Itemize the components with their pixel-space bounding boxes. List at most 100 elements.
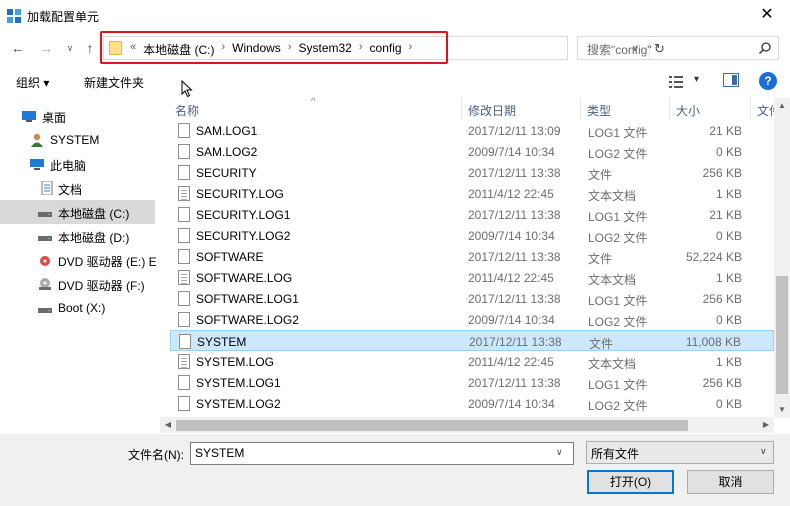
file-name: SAM.LOG2 <box>196 145 258 159</box>
search-input[interactable]: 搜索"config" <box>577 36 779 60</box>
file-size: 21 KB <box>709 208 742 222</box>
window-title: 加载配置单元 <box>27 10 100 24</box>
up-arrow-icon[interactable]: ↑ <box>80 38 100 58</box>
file-icon <box>178 144 190 159</box>
file-type: 文件 <box>589 337 614 351</box>
vertical-scroll-thumb[interactable] <box>776 276 788 394</box>
view-options-button[interactable]: ▾ <box>668 72 708 92</box>
file-type: 文本文档 <box>588 189 637 203</box>
file-date: 2017/12/11 13:38 <box>469 335 562 349</box>
organize-menu[interactable]: 组织 ▾ <box>16 74 49 91</box>
file-icon <box>178 165 190 180</box>
recent-locations-chevron-icon[interactable]: ∨ <box>60 38 80 58</box>
file-size: 0 KB <box>715 313 742 327</box>
cancel-button[interactable]: 取消 <box>687 470 774 494</box>
file-size: 1 KB <box>715 187 742 201</box>
open-button[interactable]: 打开(O) <box>587 470 674 494</box>
title-bar: 加载配置单元 ✕ <box>0 0 790 32</box>
file-icon <box>178 354 190 369</box>
file-name: SOFTWARE <box>196 250 264 264</box>
file-row[interactable]: SAM.LOG1 2017/12/11 13:09 LOG1 文件 21 KB <box>170 120 774 141</box>
file-icon <box>179 334 191 349</box>
file-row[interactable]: SOFTWARE.LOG 2011/4/12 22:45 文本文档 1 KB <box>170 267 774 288</box>
column-header-date[interactable]: 修改日期 <box>463 98 581 120</box>
nav-label: SYSTEM <box>50 133 100 147</box>
file-name: SYSTEM.LOG <box>196 355 275 369</box>
dvd-icon <box>40 256 50 266</box>
file-row[interactable]: SYSTEM.LOG2 2009/7/14 10:34 LOG2 文件 0 KB <box>170 393 774 414</box>
preview-pane-icon[interactable] <box>723 73 739 87</box>
filetype-select[interactable]: 所有文件 <box>586 441 774 464</box>
file-name: SOFTWARE.LOG1 <box>196 292 299 306</box>
file-size: 21 KB <box>709 124 742 138</box>
filename-dropdown-chevron-icon[interactable]: ∨ <box>556 447 563 458</box>
new-folder-button[interactable]: 新建文件夹 <box>84 74 144 91</box>
help-icon[interactable]: ? <box>759 72 777 90</box>
column-header-size[interactable]: 大小 <box>671 98 751 120</box>
file-icon <box>178 270 190 285</box>
nav-label: Boot (X:) <box>58 301 106 315</box>
file-type: 文件 <box>588 252 613 266</box>
file-type: 文件 <box>588 168 613 182</box>
nav-item-documents[interactable]: 文档 <box>0 176 155 200</box>
file-row[interactable]: SECURITY.LOG2 2009/7/14 10:34 LOG2 文件 0 KB <box>170 225 774 246</box>
dvd-icon <box>39 278 51 290</box>
nav-label: 本地磁盘 (D:) <box>58 231 130 245</box>
file-row[interactable]: SYSTEM 2017/12/11 13:38 文件 11,008 KB <box>170 330 774 351</box>
file-type: 文本文档 <box>588 273 637 287</box>
scroll-down-arrow-icon[interactable]: ▼ <box>774 402 790 418</box>
file-row[interactable]: SYSTEM.LOG1 2017/12/11 13:38 LOG1 文件 256 KB <box>170 372 774 393</box>
scroll-left-arrow-icon[interactable]: ◀ <box>160 417 176 433</box>
file-date: 2017/12/11 13:38 <box>468 376 561 390</box>
file-date: 2009/7/14 10:34 <box>468 313 555 327</box>
column-label: 修改日期 <box>468 104 517 118</box>
close-button[interactable]: ✕ <box>744 0 790 30</box>
file-name: SOFTWARE.LOG2 <box>196 313 299 327</box>
file-row[interactable]: SYSTEM.LOG 2011/4/12 22:45 文本文档 1 KB <box>170 351 774 372</box>
nav-item-drive-d[interactable]: 本地磁盘 (D:) <box>0 224 155 248</box>
drive-icon <box>38 308 52 313</box>
file-date: 2011/4/12 22:45 <box>468 187 554 201</box>
filename-input[interactable]: SYSTEM <box>190 442 574 465</box>
filetype-dropdown-chevron-icon[interactable]: ∨ <box>760 446 767 457</box>
nav-item-desktop[interactable]: 桌面 <box>0 104 155 128</box>
horizontal-scroll-thumb[interactable] <box>176 420 688 431</box>
nav-item-drive-c[interactable]: 本地磁盘 (C:) <box>0 200 155 224</box>
scroll-up-arrow-icon[interactable]: ▲ <box>774 98 790 114</box>
file-type: 文本文档 <box>588 357 637 371</box>
column-header-name[interactable]: ∧ 名称 <box>170 98 462 120</box>
file-size: 0 KB <box>715 397 742 411</box>
file-date: 2017/12/11 13:38 <box>468 250 561 264</box>
drive-icon <box>38 236 52 241</box>
file-row[interactable]: SECURITY.LOG 2011/4/12 22:45 文本文档 1 KB <box>170 183 774 204</box>
file-date: 2011/4/12 22:45 <box>468 271 554 285</box>
file-name: SAM.LOG1 <box>196 124 258 138</box>
file-name: SOFTWARE.LOG <box>196 271 293 285</box>
file-type: LOG2 文件 <box>588 147 648 161</box>
column-header-type[interactable]: 类型 <box>582 98 670 120</box>
nav-item-this-pc[interactable]: 此电脑 <box>0 152 155 176</box>
nav-item-dvd-e[interactable]: DVD 驱动器 (E:) E <box>0 248 157 272</box>
file-type: LOG1 文件 <box>588 294 648 308</box>
file-type: LOG1 文件 <box>588 126 648 140</box>
file-row[interactable]: SECURITY.LOG1 2017/12/11 13:38 LOG1 文件 21 K… <box>170 204 774 225</box>
file-row[interactable]: SECURITY 2017/12/11 13:38 文件 256 KB <box>170 162 774 183</box>
file-row[interactable]: SAM.LOG2 2009/7/14 10:34 LOG2 文件 0 KB <box>170 141 774 162</box>
horizontal-scrollbar[interactable]: ◀ ▶ <box>160 417 774 433</box>
file-date: 2009/7/14 10:34 <box>468 229 555 243</box>
file-row[interactable]: SOFTWARE 2017/12/11 13:38 文件 52,224 KB <box>170 246 774 267</box>
nav-item-dvd-f[interactable]: DVD 驱动器 (F:) <box>0 272 155 296</box>
scroll-right-arrow-icon[interactable]: ▶ <box>758 417 774 433</box>
file-name: SYSTEM.LOG1 <box>196 376 281 390</box>
file-name: SECURITY.LOG2 <box>196 229 291 243</box>
forward-arrow-icon[interactable]: → <box>36 38 56 58</box>
vertical-scrollbar[interactable]: ▲ ▼ <box>774 98 790 418</box>
file-row[interactable]: SOFTWARE.LOG2 2009/7/14 10:34 LOG2 文件 0 KB <box>170 309 774 330</box>
desktop-icon <box>22 111 36 122</box>
nav-item-system-user[interactable]: SYSTEM <box>0 128 155 152</box>
file-size: 0 KB <box>715 145 742 159</box>
file-row[interactable]: SOFTWARE.LOG1 2017/12/11 13:38 LOG1 文件 256 … <box>170 288 774 309</box>
back-arrow-icon[interactable]: ← <box>8 38 28 58</box>
nav-item-boot-x[interactable]: Boot (X:) <box>0 296 155 320</box>
user-icon <box>31 133 43 147</box>
